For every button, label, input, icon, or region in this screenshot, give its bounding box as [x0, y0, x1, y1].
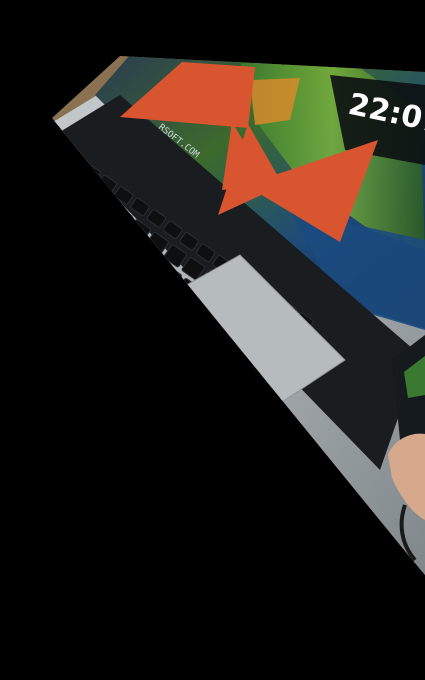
laptop-photo: 22:07 RSOFT.COM — [52, 56, 425, 575]
photo-stage: 22:07 RSOFT.COM — [0, 0, 425, 680]
